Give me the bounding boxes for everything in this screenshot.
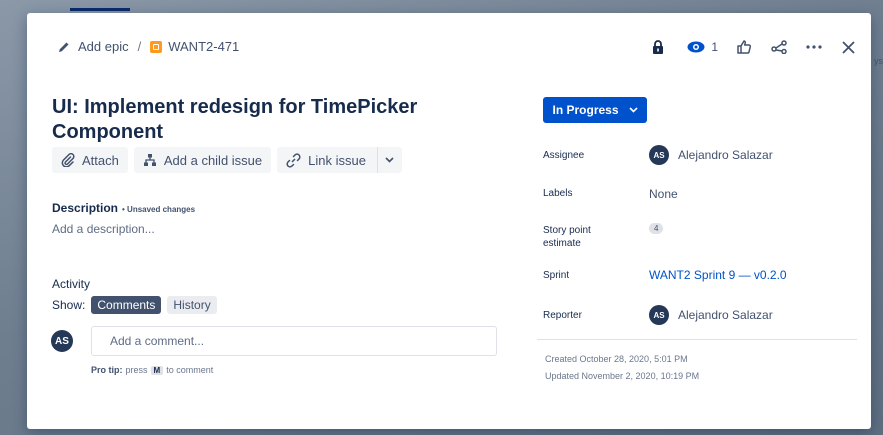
link-icon xyxy=(286,152,301,168)
story-point-label-line1: Story point xyxy=(543,225,591,236)
updated-date: Updated November 2, 2020, 10:19 PM xyxy=(545,371,700,381)
sprint-label: Sprint xyxy=(543,270,570,281)
tab-comments[interactable]: Comments xyxy=(91,296,162,314)
description-placeholder[interactable]: Add a description... xyxy=(52,222,155,236)
assignee-label: Assignee xyxy=(543,150,585,161)
status-label: In Progress xyxy=(552,103,619,117)
story-point-badge: 4 xyxy=(649,223,664,234)
comment-input[interactable]: Add a comment... xyxy=(91,326,497,356)
assignee-field[interactable]: AS Alejandro Salazar xyxy=(649,145,773,165)
unsaved-changes-badge: • Unsaved changes xyxy=(122,205,196,214)
pro-tip-suffix: to comment xyxy=(166,365,214,375)
activity-heading: Activity xyxy=(52,277,91,291)
lock-icon[interactable] xyxy=(647,36,669,58)
sprint-link[interactable]: WANT2 Sprint 9 — v0.2.0 xyxy=(649,268,787,282)
paperclip-icon xyxy=(61,153,75,167)
like-icon[interactable] xyxy=(736,36,752,58)
pro-tip: Pro tip: press M to comment xyxy=(91,365,213,375)
keyboard-shortcut-key: M xyxy=(150,365,164,375)
add-epic-link[interactable]: Add epic xyxy=(78,39,129,54)
story-icon xyxy=(150,40,163,53)
hierarchy-icon xyxy=(143,154,156,166)
reporter-name: Alejandro Salazar xyxy=(678,308,773,322)
eye-icon xyxy=(687,41,705,53)
avatar: AS xyxy=(649,305,669,325)
add-child-issue-label: Add a child issue xyxy=(163,152,263,168)
issue-modal: Add epic / WANT2-471 1 UI: Implement red… xyxy=(27,13,871,429)
chevron-down-icon[interactable] xyxy=(376,147,402,173)
avatar: AS xyxy=(649,145,669,165)
issue-key-link[interactable]: WANT2-471 xyxy=(168,39,239,54)
divider xyxy=(537,339,857,340)
background-tab-indicator xyxy=(70,8,130,11)
reporter-field[interactable]: AS Alejandro Salazar xyxy=(649,305,773,325)
avatar: AS xyxy=(51,330,73,352)
more-options-icon[interactable] xyxy=(806,36,822,58)
add-child-issue-button[interactable]: Add a child issue xyxy=(133,147,272,173)
breadcrumb-separator: / xyxy=(137,39,142,54)
chevron-down-icon xyxy=(628,107,638,113)
breadcrumb: Add epic / WANT2-471 xyxy=(58,39,239,54)
pro-tip-label: Pro tip: xyxy=(91,365,123,375)
attach-button[interactable]: Attach xyxy=(52,147,128,173)
header-actions: 1 xyxy=(647,36,855,58)
close-icon[interactable] xyxy=(842,36,855,58)
created-date: Created October 28, 2020, 5:01 PM xyxy=(545,354,688,364)
labels-field[interactable]: None xyxy=(649,187,678,201)
tab-history[interactable]: History xyxy=(167,296,217,314)
link-issue-label: Link issue xyxy=(308,152,366,168)
attach-label: Attach xyxy=(82,152,119,168)
pencil-icon xyxy=(59,42,69,52)
status-dropdown[interactable]: In Progress xyxy=(543,97,647,123)
description-heading: Description • Unsaved changes xyxy=(52,201,195,215)
reporter-label: Reporter xyxy=(543,310,582,321)
story-point-label-line2: estimate xyxy=(543,238,581,249)
story-point-field[interactable]: 4 xyxy=(649,223,664,234)
description-label: Description xyxy=(52,201,119,215)
watch-count: 1 xyxy=(711,40,718,54)
assignee-name: Alejandro Salazar xyxy=(678,148,773,162)
share-icon[interactable] xyxy=(771,36,787,58)
pro-tip-press: press xyxy=(125,365,148,375)
story-point-label: Story point estimate xyxy=(543,224,591,250)
link-issue-button[interactable]: Link issue xyxy=(277,147,402,173)
show-label: Show: xyxy=(52,298,86,312)
watch-button[interactable]: 1 xyxy=(687,36,718,58)
background-text-fragment: ys xyxy=(874,56,883,66)
issue-title[interactable]: UI: Implement redesign for TimePicker Co… xyxy=(52,95,492,145)
issue-action-bar: Attach Add a child issue Link issue xyxy=(52,147,402,173)
labels-label: Labels xyxy=(543,188,573,199)
activity-filter: Show: Comments History xyxy=(52,296,217,314)
